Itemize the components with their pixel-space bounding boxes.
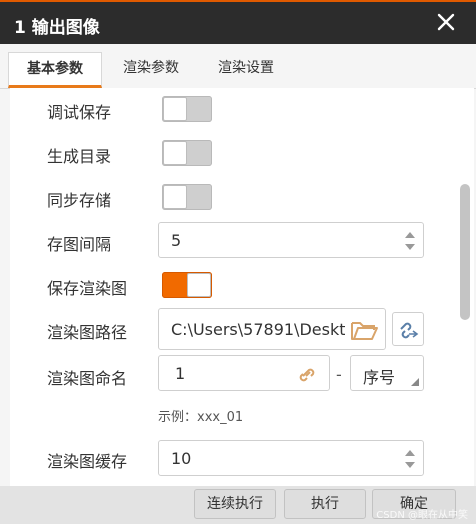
generate-dir-toggle[interactable] — [162, 140, 212, 166]
watermark-text: CSDN @眼在从中笑 — [376, 510, 468, 521]
title-bar: 1 输出图像 — [0, 0, 476, 44]
spin-arrows-icon[interactable] — [405, 449, 415, 469]
toggle-knob — [163, 185, 187, 209]
debug-save-toggle[interactable] — [162, 96, 212, 122]
folder-open-icon[interactable] — [349, 315, 379, 345]
tab-render-params[interactable]: 渲染参数 — [106, 52, 196, 88]
form-panel: 调试保存 生成目录 同步存储 存图间隔 5 保存渲染图 渲染图路径 C:\Use… — [10, 88, 474, 486]
close-icon[interactable] — [434, 10, 458, 34]
spin-arrows-icon[interactable] — [405, 231, 415, 251]
debug-save-label: 调试保存 — [47, 103, 112, 122]
render-cache-value: 10 — [171, 449, 192, 468]
toggle-knob — [163, 97, 187, 121]
link-switch-icon — [400, 322, 419, 339]
naming-example: 示例：xxx_01 — [158, 410, 244, 425]
link-icon[interactable] — [293, 359, 323, 389]
tab-render-settings[interactable]: 渲染设置 — [200, 52, 292, 88]
render-cache-stepper[interactable]: 10 — [158, 440, 424, 476]
run-button[interactable]: 执行 — [284, 489, 366, 519]
render-path-label: 渲染图路径 — [47, 323, 128, 342]
dialog-footer: 连续执行 执行 确定 CSDN @眼在从中笑 — [0, 486, 476, 524]
path-link-button[interactable] — [392, 312, 424, 346]
render-path-input[interactable]: C:\Users\57891\Deskt — [158, 308, 386, 350]
render-path-value: C:\Users\57891\Deskt — [171, 320, 345, 339]
toggle-knob — [163, 141, 187, 165]
toggle-knob — [187, 273, 211, 297]
output-image-dialog: 1 输出图像 基本参数 渲染参数 渲染设置 调试保存 生成目录 同步存储 存图间… — [0, 0, 476, 524]
render-name-label: 渲染图命名 — [47, 369, 128, 388]
name-separator: - — [336, 365, 342, 384]
save-interval-value: 5 — [171, 231, 182, 250]
save-render-toggle[interactable] — [162, 272, 212, 298]
vertical-scrollbar[interactable] — [460, 184, 470, 320]
name-suffix-select[interactable]: 序号 — [350, 355, 424, 391]
tab-basic-params[interactable]: 基本参数 — [8, 52, 102, 88]
save-interval-stepper[interactable]: 5 — [158, 222, 424, 258]
continuous-run-button[interactable]: 连续执行 — [194, 489, 276, 519]
dropdown-corner-icon — [411, 378, 419, 386]
sync-storage-label: 同步存储 — [47, 191, 112, 210]
tab-bar: 基本参数 渲染参数 渲染设置 — [0, 44, 476, 89]
name-suffix-value: 序号 — [363, 368, 396, 387]
render-name-value: 1 — [175, 364, 186, 383]
generate-dir-label: 生成目录 — [47, 147, 112, 166]
render-cache-label: 渲染图缓存 — [47, 452, 128, 471]
render-name-input[interactable]: 1 — [158, 355, 330, 391]
dialog-title: 1 输出图像 — [14, 18, 100, 38]
save-interval-label: 存图间隔 — [47, 235, 112, 254]
save-render-label: 保存渲染图 — [47, 279, 128, 298]
sync-storage-toggle[interactable] — [162, 184, 212, 210]
